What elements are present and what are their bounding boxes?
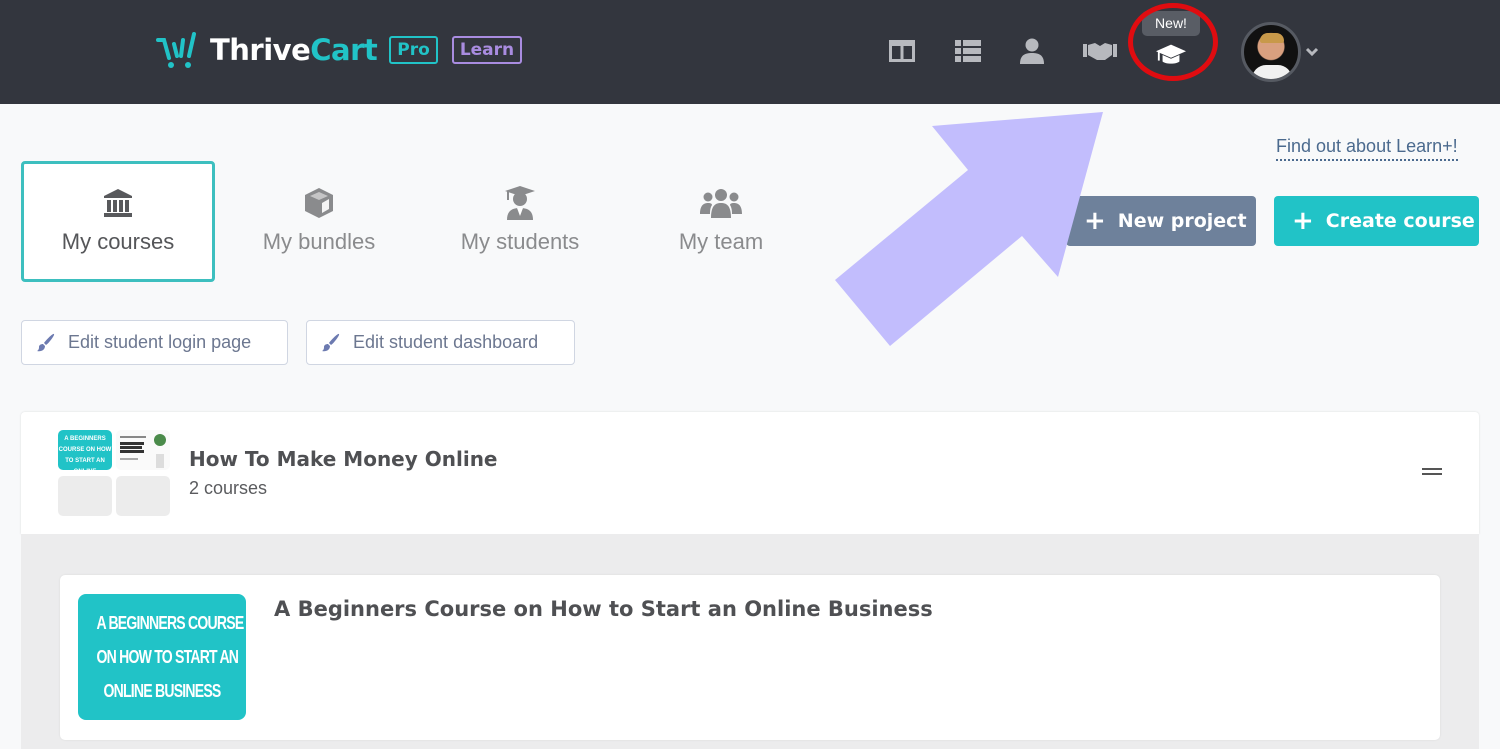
course-thumbnail: A BEGINNERS COURSE ON HOW TO START AN ON… — [58, 430, 112, 486]
new-project-label: New project — [1117, 210, 1247, 232]
student-icon — [505, 186, 535, 220]
top-navbar: ThriveCart Pro Learn New! — [0, 0, 1500, 104]
learn-badge: Learn — [451, 36, 523, 64]
edit-login-label: Edit student login page — [68, 332, 252, 352]
thumb-line: ONLINE BUSINESS — [103, 681, 221, 701]
edit-student-dashboard-button[interactable]: Edit student dashboard — [306, 320, 575, 365]
tab-my-bundles[interactable]: My bundles — [222, 161, 416, 282]
edit-dashboard-label: Edit student dashboard — [353, 332, 539, 352]
tab-my-students[interactable]: My students — [423, 161, 617, 282]
cube-icon — [305, 188, 333, 218]
plus-icon: + — [1084, 206, 1106, 236]
tab-label: My bundles — [262, 229, 376, 254]
logo-wordmark: ThriveCart — [210, 33, 378, 67]
edit-student-login-page-button[interactable]: Edit student login page — [21, 320, 288, 365]
course-thumbnail: A BEGINNERS COURSE ON HOW TO START AN ON… — [78, 594, 246, 720]
tab-my-team[interactable]: My team — [624, 161, 818, 282]
project-course-count: 2 courses — [189, 478, 268, 498]
thumb-line: ON HOW TO START AN — [96, 647, 239, 667]
empty-thumbnail-slot — [58, 476, 112, 516]
affiliates-handshake-icon[interactable] — [1083, 37, 1117, 65]
cart-logo-icon — [156, 32, 196, 68]
project-card[interactable]: A BEGINNERS COURSE ON HOW TO START AN ON… — [21, 412, 1479, 534]
chevron-down-icon[interactable] — [1304, 44, 1320, 60]
plus-icon: + — [1292, 206, 1314, 236]
user-avatar[interactable] — [1241, 22, 1301, 82]
customers-icon[interactable] — [1017, 37, 1047, 65]
learn-graduation-cap-icon[interactable] — [1156, 40, 1186, 68]
thumb-line: A BEGINNERS COURSE — [96, 613, 244, 633]
annotation-arrow-shape — [835, 112, 1103, 346]
create-course-label: Create course — [1325, 210, 1475, 232]
tab-label: My team — [678, 229, 764, 254]
new-project-button[interactable]: + New project — [1066, 196, 1256, 246]
empty-thumbnail-slot — [116, 476, 170, 516]
course-title: A Beginners Course on How to Start an On… — [274, 597, 933, 621]
tab-label: My courses — [61, 229, 175, 254]
team-icon — [700, 189, 742, 218]
paintbrush-icon — [322, 333, 340, 351]
tab-my-courses[interactable]: My courses — [21, 161, 215, 282]
course-card[interactable]: A BEGINNERS COURSE ON HOW TO START AN ON… — [60, 575, 1440, 740]
tab-label: My students — [460, 229, 580, 254]
project-thumbnails: A BEGINNERS COURSE ON HOW TO START AN ON… — [58, 430, 171, 516]
dashboard-icon[interactable] — [887, 37, 917, 65]
drag-handle-icon[interactable] — [1422, 468, 1442, 478]
project-title: How To Make Money Online — [189, 447, 498, 471]
course-thumbnail — [116, 430, 170, 470]
create-course-button[interactable]: + Create course — [1274, 196, 1479, 246]
paintbrush-icon — [37, 333, 55, 351]
learn-plus-link[interactable]: Find out about Learn+! — [1276, 136, 1458, 161]
new-feature-tooltip: New! — [1142, 11, 1200, 36]
bank-icon — [104, 189, 132, 217]
products-list-icon[interactable] — [953, 37, 983, 65]
pro-badge: Pro — [389, 36, 438, 64]
thrivecart-logo[interactable]: ThriveCart Pro Learn — [156, 30, 523, 70]
